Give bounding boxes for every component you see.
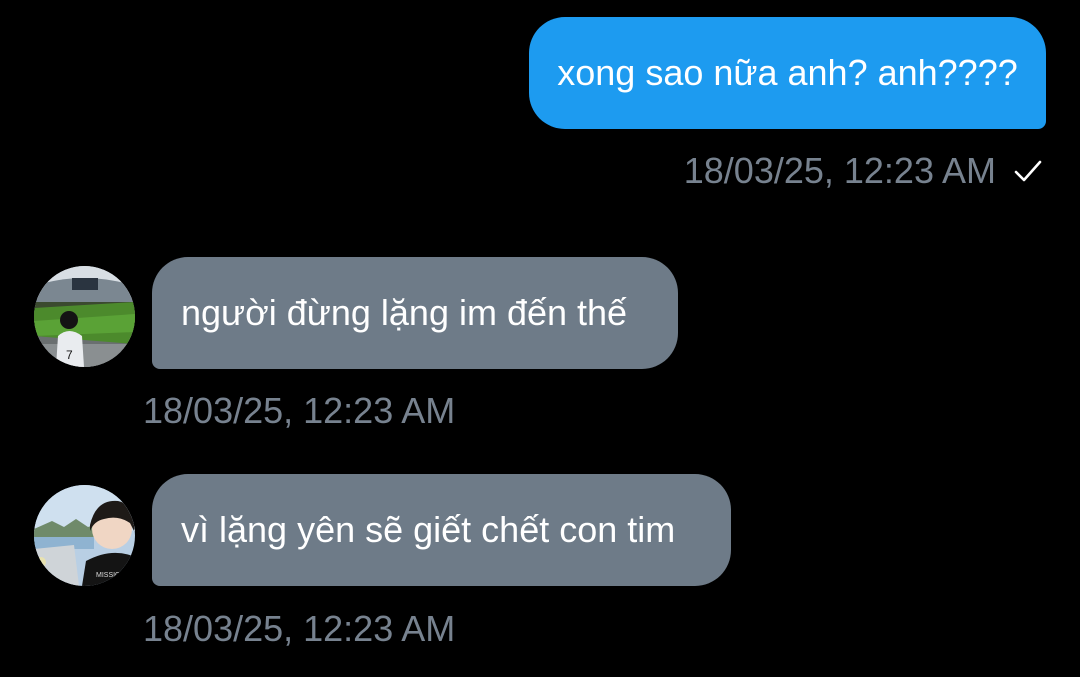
message-meta: 18/03/25, 12:23 AM xyxy=(684,150,1044,192)
svg-text:7: 7 xyxy=(66,348,73,362)
check-icon xyxy=(1014,160,1042,182)
incoming-message-bubble[interactable]: người đừng lặng im đến thế xyxy=(152,257,678,369)
message-timestamp: 18/03/25, 12:23 AM xyxy=(683,150,996,191)
message-text: vì lặng yên sẽ giết chết con tim xyxy=(181,509,676,550)
outgoing-message-bubble[interactable]: xong sao nữa anh? anh???? xyxy=(529,17,1046,129)
message-text: người đừng lặng im đến thế xyxy=(181,292,628,333)
avatar[interactable]: 7 xyxy=(34,266,135,367)
svg-text:MISSION: MISSION xyxy=(96,572,126,579)
incoming-message-bubble[interactable]: vì lặng yên sẽ giết chết con tim xyxy=(152,474,731,586)
stadium-avatar-icon: 7 xyxy=(34,266,135,367)
harbor-avatar-icon: MISSION xyxy=(34,485,135,586)
message-timestamp: 18/03/25, 12:23 AM xyxy=(143,390,456,431)
avatar[interactable]: MISSION xyxy=(34,485,135,586)
message-timestamp: 18/03/25, 12:23 AM xyxy=(143,608,456,649)
message-text: xong sao nữa anh? anh???? xyxy=(557,52,1018,93)
